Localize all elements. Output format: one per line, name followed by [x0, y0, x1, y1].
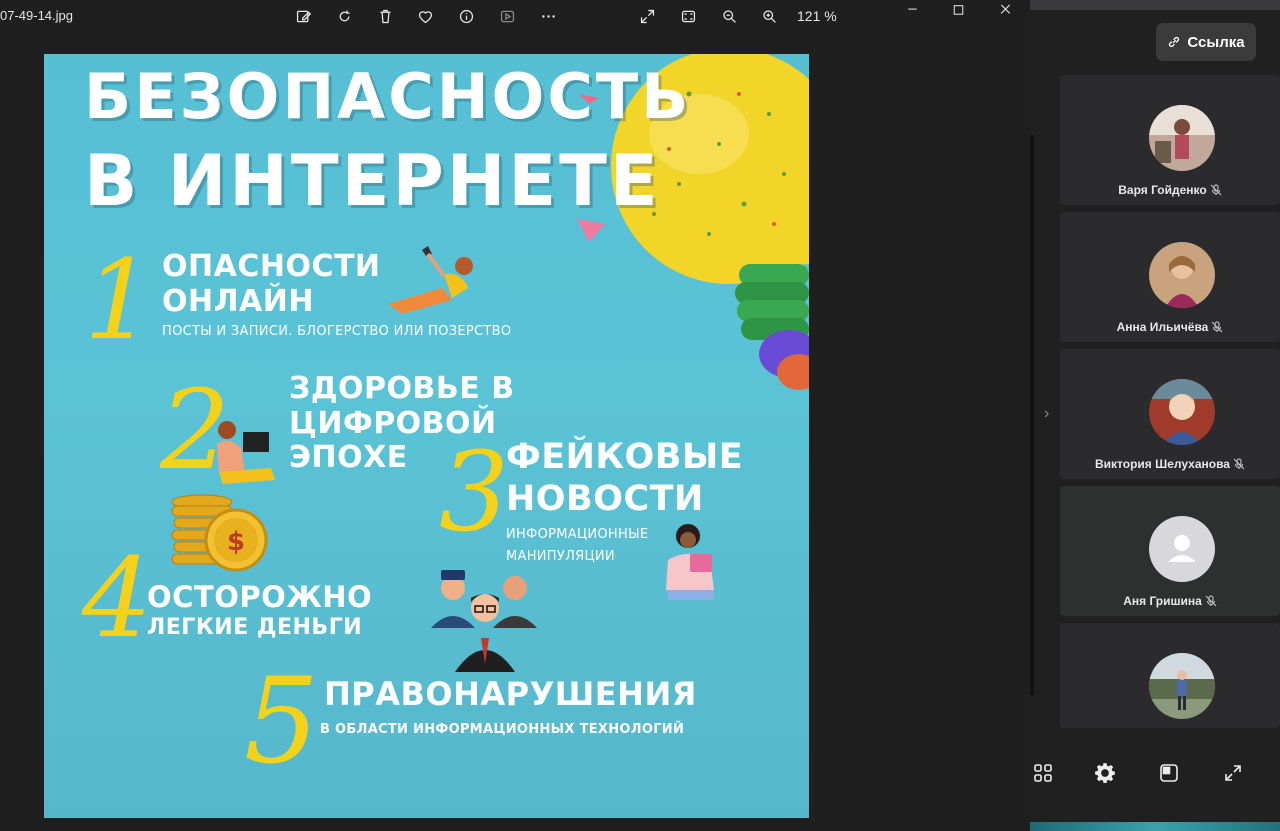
photo-viewer-window: 07-49-14.jpg 121 % БЕЗОПАСНОСТЬ В ИНТЕРН…	[0, 0, 1030, 831]
participant-name: Аня Гришина	[1060, 594, 1280, 608]
item-heading-4-line2: ЛЕГКИЕ ДЕНЬГИ	[147, 614, 363, 640]
item-heading-1-line2: ОНЛАЙН	[162, 283, 314, 319]
item-sub-3-line2: МАНИПУЛЯЦИИ	[506, 549, 615, 565]
viewer-toolbar: 07-49-14.jpg 121 %	[0, 0, 1030, 32]
zoom-out-icon[interactable]	[716, 4, 742, 28]
item-number-3: 3	[439, 428, 509, 556]
zoom-level[interactable]: 121 %	[797, 8, 837, 24]
background-strip	[1030, 822, 1280, 831]
fit-icon[interactable]	[675, 4, 701, 28]
sidebar-top-strip	[1030, 0, 1280, 10]
zoom-in-icon[interactable]	[756, 4, 782, 28]
minimize-icon[interactable]	[899, 0, 925, 24]
participant-name: Виктория Шелуханова	[1060, 457, 1280, 471]
item-sub-3: ИНФОРМАЦИОННЫЕ МАНИПУЛЯЦИИ	[506, 524, 648, 568]
chevron-right-icon[interactable]: ›	[1044, 405, 1049, 423]
girl-with-laptop-icon	[217, 421, 275, 484]
item-number-5: 5	[244, 652, 320, 790]
svg-text:$: $	[227, 527, 245, 557]
item-heading-4: ОСТОРОЖНО ЛЕГКИЕ ДЕНЬГИ	[147, 580, 372, 641]
slideshow-icon[interactable]	[494, 4, 520, 28]
item-heading-5: ПРАВОНАРУШЕНИЯ	[324, 675, 697, 713]
slide-title-line1: БЕЗОПАСНОСТЬ	[84, 60, 692, 133]
sidebar-divider	[1030, 135, 1034, 695]
item-heading-3-line1: ФЕЙКОВЫЕ	[506, 437, 744, 477]
item-heading-4-line1: ОСТОРОЖНО	[147, 580, 373, 614]
infographic-image: БЕЗОПАСНОСТЬ В ИНТЕРНЕТЕ 1 ОПАСНОСТИ ОНЛ…	[44, 54, 809, 818]
mic-off-icon	[1210, 184, 1222, 196]
item-heading-1: ОПАСНОСТИ ОНЛАЙН	[162, 249, 381, 319]
mic-off-icon	[1211, 321, 1223, 333]
participant-name: Анна Ильичёва	[1060, 320, 1280, 334]
item-sub-1: ПОСТЫ И ЗАПИСИ. БЛОГЕРСТВО ИЛИ ПОЗЕРСТВО	[162, 324, 512, 339]
woman-with-tablet-icon	[666, 524, 714, 600]
mic-off-icon	[1233, 458, 1245, 470]
coins-icon: $	[171, 494, 268, 572]
item-sub-5: В ОБЛАСТИ ИНФОРМАЦИОННЫХ ТЕХНОЛОГИЙ	[320, 722, 685, 737]
maximize-icon[interactable]	[945, 0, 971, 24]
officials-icon	[431, 570, 537, 672]
participant-name: Варя Гойденко	[1060, 183, 1280, 197]
avatar	[1149, 653, 1215, 719]
edit-icon[interactable]	[290, 4, 316, 28]
file-name: 07-49-14.jpg	[0, 8, 73, 23]
more-icon[interactable]	[535, 4, 561, 28]
item-heading-3-line2: НОВОСТИ	[506, 479, 704, 519]
item-number-1: 1	[84, 236, 154, 364]
participant-tile[interactable]: Анна Ильичёва	[1060, 212, 1280, 342]
layout-icon[interactable]	[1156, 760, 1182, 786]
delete-icon[interactable]	[372, 4, 398, 28]
call-controls	[1030, 760, 1280, 790]
item-heading-3: ФЕЙКОВЫЕ НОВОСТИ	[506, 436, 743, 520]
participant-tile[interactable]: Аня Гришина	[1060, 486, 1280, 616]
link-button[interactable]: Ссылка	[1156, 23, 1256, 61]
girl-with-phone-icon	[388, 246, 473, 314]
participant-tile[interactable]: Варя Гойденко	[1060, 75, 1280, 205]
default-user-icon	[1149, 516, 1215, 582]
link-button-label: Ссылка	[1187, 33, 1245, 51]
info-icon[interactable]	[453, 4, 479, 28]
participant-tile[interactable]	[1060, 623, 1280, 728]
item-number-4: 4	[82, 534, 152, 662]
rotate-icon[interactable]	[331, 4, 357, 28]
grid-view-icon[interactable]	[1030, 760, 1056, 786]
participant-tile[interactable]: Виктория Шелуханова	[1060, 349, 1280, 479]
close-icon[interactable]	[992, 0, 1018, 24]
item-sub-3-line1: ИНФОРМАЦИОННЫЕ	[506, 527, 649, 542]
slide-title-line2: В ИНТЕРНЕТЕ	[84, 140, 661, 222]
expand-icon[interactable]	[1220, 760, 1246, 786]
item-heading-2-line1: ЗДОРОВЬЕ В	[289, 371, 515, 406]
settings-icon[interactable]	[1092, 760, 1118, 786]
avatar	[1149, 105, 1215, 171]
item-heading-1-line1: ОПАСНОСТИ	[162, 249, 381, 284]
link-icon	[1169, 36, 1180, 48]
mic-off-icon	[1205, 595, 1217, 607]
call-sidebar: › Ссылка Варя Гойденко Анна Ильичёва Вик…	[1030, 0, 1280, 831]
avatar	[1149, 379, 1215, 445]
avatar	[1149, 242, 1215, 308]
fullscreen-icon[interactable]	[634, 4, 660, 28]
favorite-icon[interactable]	[412, 4, 438, 28]
